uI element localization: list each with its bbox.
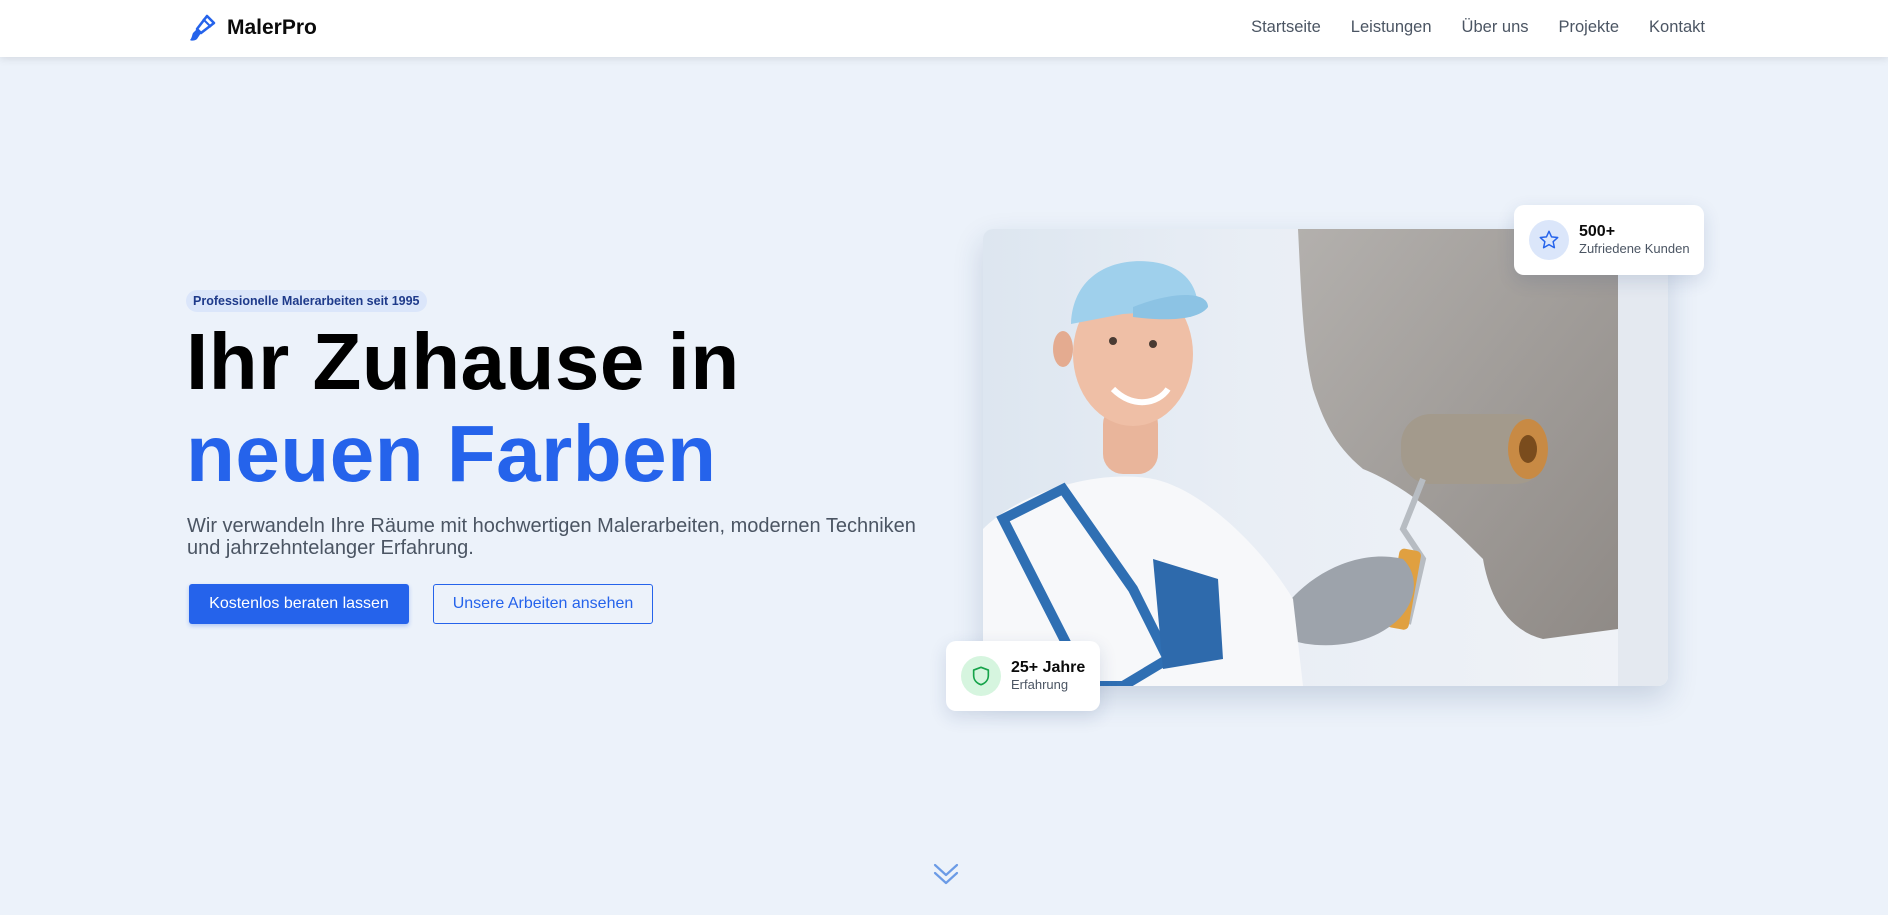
headline-line-1: Ihr Zuhause in	[186, 317, 740, 406]
stat-experience-label: Erfahrung	[1011, 677, 1069, 692]
stat-customers-label: Zufriedene Kunden	[1579, 241, 1690, 256]
hero-badge: Professionelle Malerarbeiten seit 1995	[186, 290, 427, 312]
nav-link-ueber-uns[interactable]: Über uns	[1462, 18, 1529, 37]
star-icon	[1529, 220, 1569, 260]
stat-card-experience: 25+ Jahre Erfahrung	[946, 641, 1100, 711]
navbar: MalerPro Startseite Leistungen Über uns …	[0, 0, 1888, 57]
stat-experience-value: 25+ Jahre	[1011, 659, 1086, 676]
free-consultation-button[interactable]: Kostenlos beraten lassen	[189, 584, 409, 624]
brand-logo-link[interactable]: MalerPro	[187, 13, 317, 43]
nav-links: Startseite Leistungen Über uns Projekte …	[1251, 18, 1705, 37]
chevron-double-down-icon[interactable]	[933, 862, 959, 886]
nav-link-projekte[interactable]: Projekte	[1559, 18, 1620, 37]
brand-name: MalerPro	[227, 16, 317, 39]
stat-customers-value: 500+	[1579, 223, 1616, 240]
nav-link-startseite[interactable]: Startseite	[1251, 18, 1321, 37]
paintbrush-icon	[187, 13, 217, 43]
view-work-button[interactable]: Unsere Arbeiten ansehen	[433, 584, 653, 624]
hero-painter-image	[983, 229, 1668, 686]
nav-link-leistungen[interactable]: Leistungen	[1351, 18, 1432, 37]
shield-icon	[961, 656, 1001, 696]
hero-headline: Ihr Zuhause in neuen Farben	[186, 316, 740, 500]
headline-line-2: neuen Farben	[186, 409, 717, 498]
nav-link-kontakt[interactable]: Kontakt	[1649, 18, 1705, 37]
hero-subtext: Wir verwandeln Ihre Räume mit hochwertig…	[187, 515, 916, 559]
stat-card-customers: 500+ Zufriedene Kunden	[1514, 205, 1704, 275]
